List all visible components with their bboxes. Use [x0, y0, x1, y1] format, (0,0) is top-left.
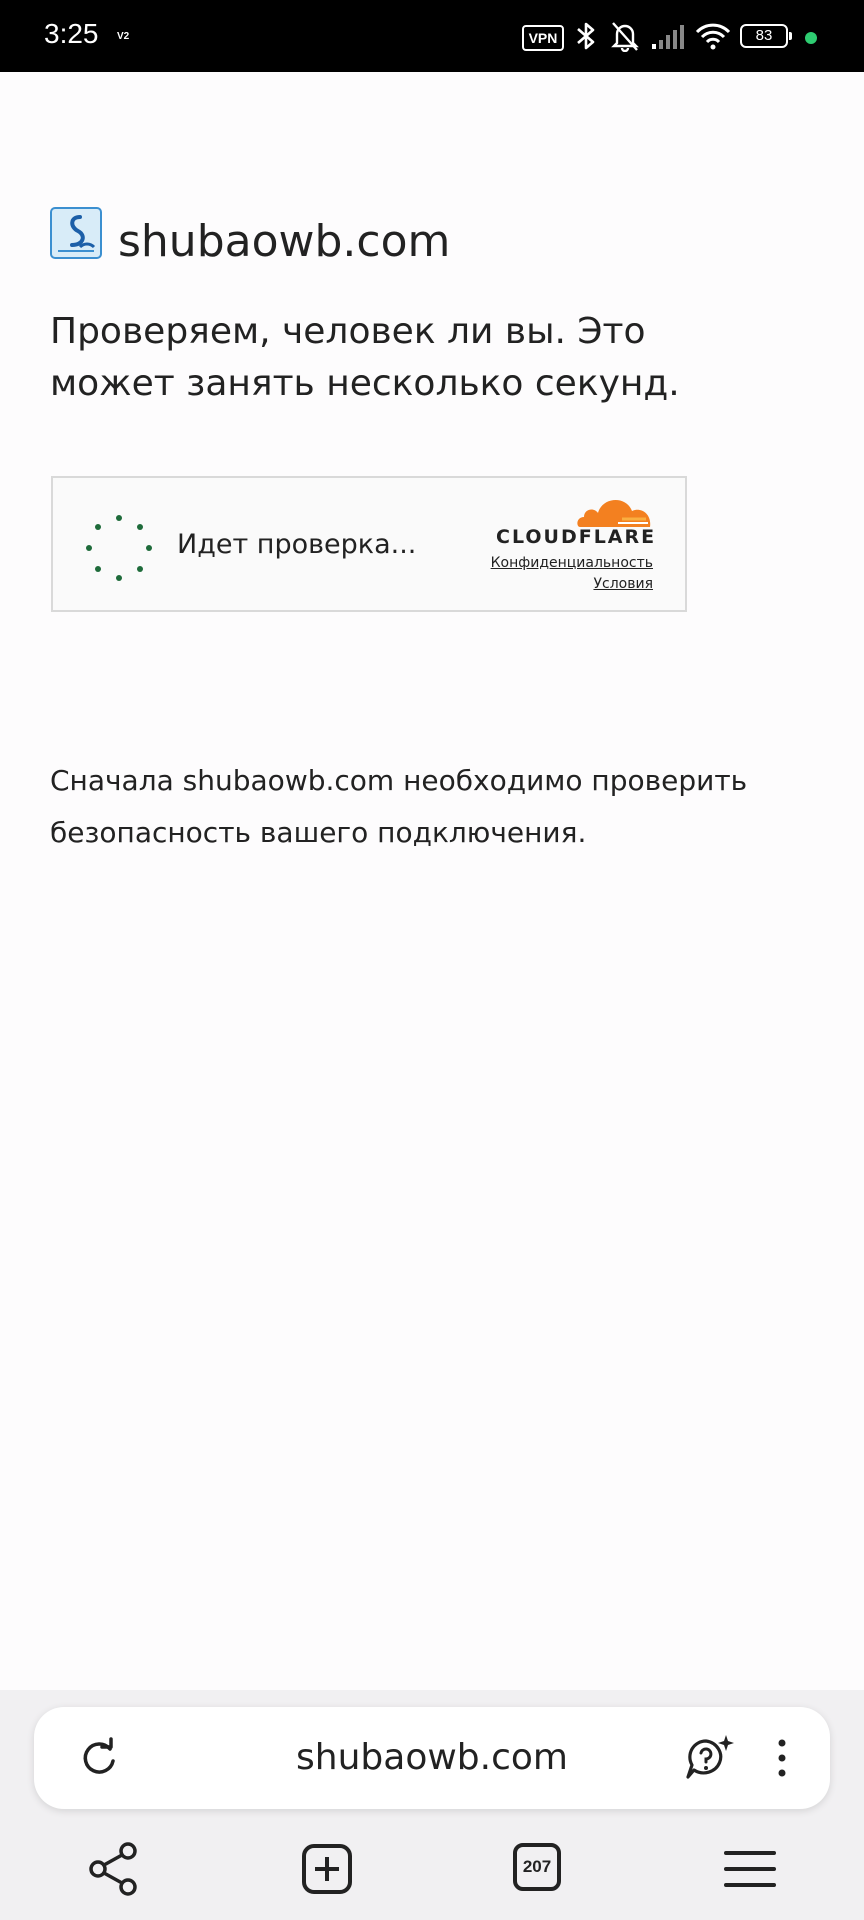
terms-link[interactable]: Условия — [593, 576, 653, 592]
tabs-icon[interactable]: 207 — [513, 1843, 561, 1891]
menu-icon[interactable] — [720, 1839, 780, 1899]
mute-bell-icon — [611, 22, 639, 52]
site-title: shubaowb.com — [118, 216, 451, 267]
page-heading: Проверяем, человек ли вы. Это может заня… — [50, 311, 680, 404]
status-bar: 3:25 V2 VPN 83 — [0, 0, 864, 72]
battery-indicator: 83 — [740, 24, 792, 48]
network-tag: V2 — [117, 31, 130, 42]
address-bar[interactable]: shubaowb.com — [34, 1707, 830, 1809]
security-description: Сначала shubaowb.com необходимо проверит… — [50, 764, 748, 849]
privacy-link[interactable]: Конфиденциальность — [491, 555, 653, 571]
verification-status: Идет проверка... — [177, 529, 417, 560]
cloudflare-cloud-icon — [577, 499, 651, 527]
signal-icon — [652, 25, 684, 49]
bluetooth-icon — [577, 22, 595, 50]
new-tab-icon[interactable] — [297, 1839, 357, 1899]
vpn-badge: VPN — [522, 25, 564, 51]
cloudflare-logo: CLOUDFLARE — [496, 526, 657, 548]
status-time: 3:25 — [44, 18, 99, 49]
assistant-icon[interactable] — [684, 1733, 736, 1783]
share-icon[interactable] — [84, 1839, 144, 1899]
more-vertical-icon[interactable] — [774, 1737, 790, 1779]
spinner-icon — [86, 515, 152, 581]
privacy-indicator-dot — [805, 32, 817, 44]
wifi-icon — [695, 23, 731, 50]
site-logo-icon — [50, 207, 102, 259]
